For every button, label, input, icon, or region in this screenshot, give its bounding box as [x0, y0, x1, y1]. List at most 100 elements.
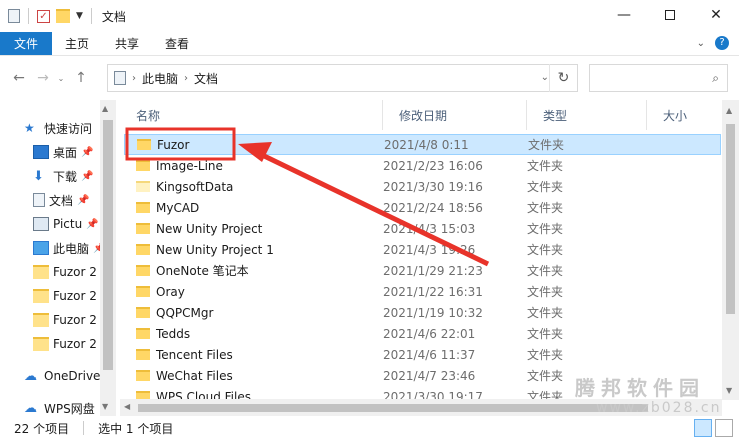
folder-icon	[136, 286, 150, 297]
nav-folder[interactable]: Fuzor 2	[33, 332, 97, 356]
scroll-thumb[interactable]	[138, 404, 648, 412]
file-name-cell[interactable]: QQPCMgr	[124, 306, 383, 320]
table-row[interactable]: Tedds 2021/4/6 22:01 文件夹	[124, 323, 721, 344]
chevron-down-icon[interactable]: ▼	[76, 11, 83, 21]
breadcrumb-separator[interactable]: ›	[132, 73, 136, 84]
table-row[interactable]: Image-Line 2021/2/23 16:06 文件夹	[124, 155, 721, 176]
table-row[interactable]: Oray 2021/1/22 16:31 文件夹	[124, 281, 721, 302]
tab-home[interactable]: 主页	[52, 32, 102, 55]
recent-locations-icon[interactable]: ⌄	[52, 74, 70, 83]
new-folder-icon[interactable]	[56, 9, 70, 23]
file-name-cell[interactable]: Fuzor	[125, 138, 384, 152]
address-bar[interactable]: › 此电脑 › 文档 ⌄	[107, 64, 578, 92]
folder-icon	[136, 223, 150, 234]
table-row[interactable]: Fuzor 2021/4/8 0:11 文件夹	[124, 134, 721, 155]
breadcrumb-this-pc[interactable]: 此电脑	[142, 70, 178, 87]
star-icon: ★	[24, 121, 35, 135]
maximize-button[interactable]	[647, 0, 693, 30]
file-name-cell[interactable]: New Unity Project	[124, 222, 383, 236]
table-row[interactable]: New Unity Project 1 2021/4/3 19:26 文件夹	[124, 239, 721, 260]
download-icon: ⬇	[33, 169, 44, 184]
search-icon[interactable]: ⌕	[712, 71, 719, 86]
scroll-up-icon[interactable]: ▲	[102, 104, 108, 113]
details-view-button[interactable]	[694, 419, 712, 437]
nav-wps-cloud[interactable]: ☁ WPS网盘	[24, 396, 95, 416]
table-row[interactable]: MyCAD 2021/2/24 18:56 文件夹	[124, 197, 721, 218]
table-row[interactable]: KingsoftData 2021/3/30 19:16 文件夹	[124, 176, 721, 197]
nav-folder[interactable]: Fuzor 2	[33, 260, 97, 284]
file-type: 文件夹	[527, 180, 564, 194]
nav-folder[interactable]: Fuzor 2	[33, 284, 97, 308]
nav-onedrive[interactable]: ☁ OneDrive	[24, 364, 100, 388]
column-name[interactable]: 名称	[120, 100, 383, 130]
minimize-button[interactable]: —	[601, 0, 647, 30]
file-name-cell[interactable]: MyCAD	[124, 201, 383, 215]
nav-documents[interactable]: 文档 📌	[33, 188, 89, 212]
file-name-cell[interactable]: Oray	[124, 285, 383, 299]
folder-icon	[136, 370, 150, 381]
quick-access-toolbar: ✓ ▼	[0, 8, 94, 24]
file-name-cell[interactable]: KingsoftData	[124, 180, 383, 194]
table-row[interactable]: New Unity Project 2021/4/3 15:03 文件夹	[124, 218, 721, 239]
column-date-modified[interactable]: 修改日期	[383, 100, 527, 130]
nav-pictures[interactable]: Pictu 📌	[33, 212, 99, 236]
file-name-cell[interactable]: New Unity Project 1	[124, 243, 383, 257]
file-name-cell[interactable]: OneNote 笔记本	[124, 262, 383, 279]
expand-ribbon-icon[interactable]: ⌄	[697, 38, 705, 49]
search-input[interactable]	[590, 65, 700, 91]
file-date: 2021/1/19 10:32	[383, 305, 483, 320]
table-row[interactable]: Tencent Files 2021/4/6 11:37 文件夹	[124, 344, 721, 365]
file-name-cell[interactable]: Tedds	[124, 327, 383, 341]
desktop-icon	[33, 145, 49, 159]
file-type: 文件夹	[527, 222, 564, 236]
tab-share[interactable]: 共享	[102, 32, 152, 55]
nav-label: 桌面	[53, 145, 78, 160]
table-row[interactable]: QQPCMgr 2021/1/19 10:32 文件夹	[124, 302, 721, 323]
file-name-cell[interactable]: Tencent Files	[124, 348, 383, 362]
file-name-cell[interactable]: WeChat Files	[124, 369, 383, 383]
tab-view[interactable]: 查看	[152, 32, 202, 55]
chevron-down-icon[interactable]: ⌄	[541, 72, 549, 83]
properties-icon[interactable]	[8, 9, 20, 23]
breadcrumb-documents[interactable]: 文档	[194, 70, 218, 87]
checkmark-icon[interactable]: ✓	[37, 9, 50, 23]
file-type: 文件夹	[527, 243, 564, 257]
nav-this-pc[interactable]: 此电脑 📌	[33, 236, 105, 260]
file-name-cell[interactable]: Image-Line	[124, 159, 383, 173]
scroll-up-icon[interactable]: ▲	[726, 106, 732, 115]
large-icons-view-button[interactable]	[715, 419, 733, 437]
ribbon-right-controls: ⌄ ?	[697, 36, 729, 50]
nav-label: Fuzor 2	[53, 289, 97, 303]
refresh-button[interactable]: ↻	[549, 64, 577, 92]
folder-icon	[33, 337, 49, 351]
scroll-thumb[interactable]	[103, 120, 113, 370]
nav-quick-access[interactable]: ★ 快速访问	[24, 116, 92, 140]
breadcrumb-separator[interactable]: ›	[184, 73, 188, 84]
column-size[interactable]: 大小	[647, 100, 727, 130]
table-row[interactable]: OneNote 笔记本 2021/1/29 21:23 文件夹	[124, 260, 721, 281]
up-button[interactable]: ↑	[72, 70, 90, 86]
search-box[interactable]: ⌕	[589, 64, 728, 92]
file-name: New Unity Project	[156, 221, 263, 236]
scroll-left-icon[interactable]: ◀	[124, 402, 130, 411]
close-button[interactable]: ✕	[693, 0, 739, 30]
help-icon[interactable]: ?	[715, 36, 729, 50]
scroll-down-icon[interactable]: ▼	[102, 402, 108, 411]
nav-downloads[interactable]: ⬇ 下载 📌	[33, 164, 93, 188]
file-date: 2021/4/3 15:03	[383, 221, 476, 236]
navigation-bar: ← → ⌄ ↑ › 此电脑 › 文档 ⌄ ↻ ⌕	[0, 60, 739, 96]
forward-button[interactable]: →	[34, 70, 52, 86]
tab-file[interactable]: 文件	[0, 32, 53, 55]
folder-icon	[136, 244, 150, 255]
file-name: MyCAD	[156, 200, 200, 215]
nav-folder[interactable]: Fuzor 2	[33, 308, 97, 332]
nav-label: Fuzor 2	[53, 337, 97, 351]
nav-scrollbar[interactable]: ▲ ▼	[100, 100, 116, 416]
file-list-vertical-scrollbar[interactable]: ▲ ▼	[722, 100, 739, 400]
scroll-down-icon[interactable]: ▼	[726, 386, 732, 395]
picture-icon	[33, 217, 49, 231]
nav-desktop[interactable]: 桌面 📌	[33, 140, 93, 164]
back-button[interactable]: ←	[10, 70, 28, 86]
column-type[interactable]: 类型	[527, 100, 647, 130]
scroll-thumb[interactable]	[726, 124, 735, 314]
